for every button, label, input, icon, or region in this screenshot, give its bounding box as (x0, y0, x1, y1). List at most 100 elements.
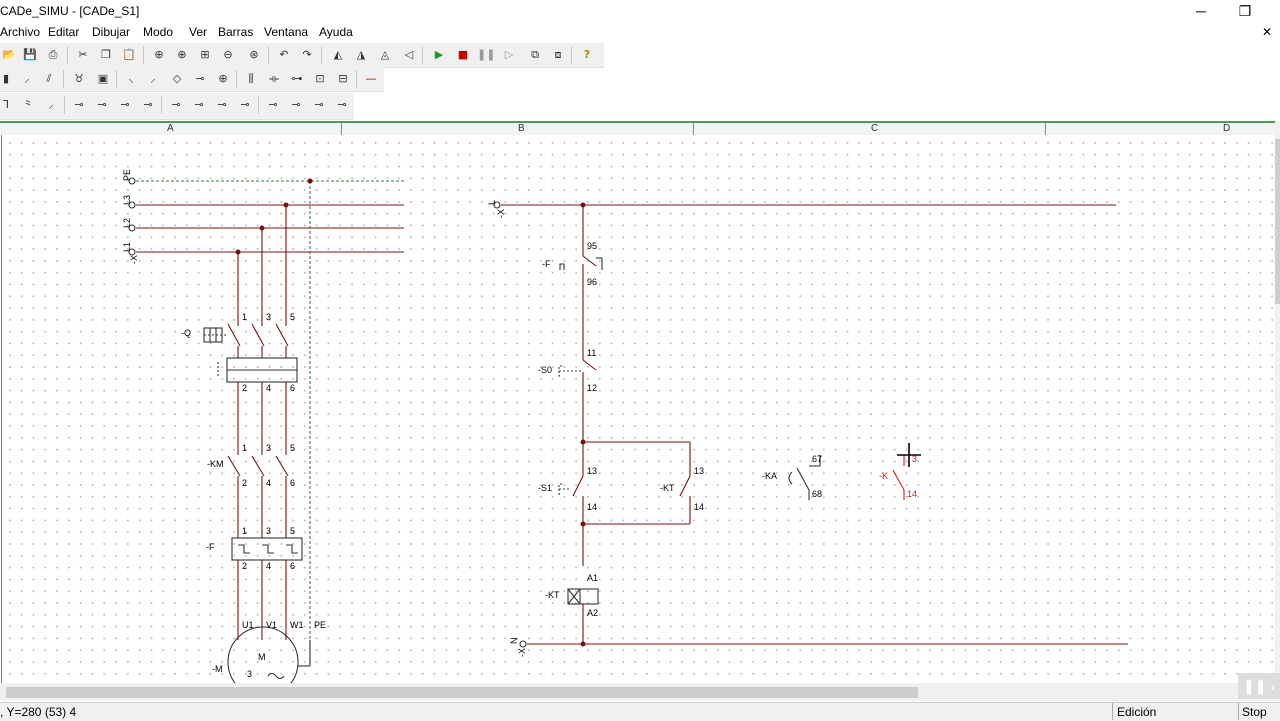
q-term-2: 2 (242, 383, 247, 393)
menu-editar[interactable]: Editar (48, 25, 79, 39)
motor-term-w1: W1 (290, 620, 304, 630)
wire-line-icon[interactable]: — (362, 71, 380, 87)
breaker-icon[interactable]: ⸝ (144, 71, 162, 87)
pushbutton-nc-icon[interactable]: ⺀ (19, 97, 37, 113)
connector-icon[interactable]: ⊡ (311, 71, 329, 87)
timer-on-icon[interactable]: ⊸ (116, 97, 134, 113)
zoom-fit-icon[interactable]: ⊕ (150, 47, 168, 63)
motor-phases: 3 (247, 669, 252, 679)
switch-icon[interactable]: ⸜ (122, 71, 140, 87)
disconnector-icon[interactable]: ⫽ (40, 71, 58, 87)
toolbar-main: 📂 💾 ⎙ ✂ ❐ 📋 ⊕ ⊕ ⊞ ⊖ ⊛ ↶ ↷ ◭ ◮ ◬ ◁ ▶ ■ ❚❚… (0, 43, 604, 68)
column-label-b: B (518, 123, 525, 134)
paste-icon[interactable]: 📋 (120, 47, 138, 63)
motor-icon[interactable]: ♉ (70, 71, 88, 87)
help-icon[interactable]: ? (578, 47, 596, 63)
contactor-icon[interactable]: ⊸ (191, 71, 209, 87)
toolbar-components: ▮ ⸝ ⫽ ♉ ▣ ⸜ ⸝ ◇ ⊸ ⊕ ⫼ ⟛ ⊶ ⊡ ⊟ — (0, 67, 384, 92)
km-term-2: 2 (242, 478, 247, 488)
pressure-nc-icon[interactable]: ⊸ (287, 97, 305, 113)
f-term-2: 2 (242, 561, 247, 571)
open-icon[interactable]: 📂 (0, 47, 18, 63)
pushbutton-no-icon[interactable]: Ꞁ (0, 97, 15, 113)
km-term-6: 6 (290, 478, 295, 488)
relay-icon[interactable]: ⊕ (214, 71, 232, 87)
vertical-scroll-thumb[interactable] (1275, 139, 1280, 304)
options-icon[interactable]: ⧈ (549, 47, 567, 63)
s1-term-13: 13 (587, 466, 597, 476)
menu-bar: Archivo Editar Dibujar Modo Ver Barras V… (0, 22, 1280, 42)
terminal-block-label: -X (129, 255, 139, 264)
cut-icon[interactable]: ✂ (74, 47, 92, 63)
window-title: CADe_SIMU - [CADe_S1] (0, 4, 140, 18)
lamp-icon[interactable]: ◇ (168, 71, 186, 87)
timer-off-icon[interactable]: ⊸ (139, 97, 157, 113)
contact-no-icon[interactable]: ⊸ (70, 97, 88, 113)
rotate-icon[interactable]: ◭ (329, 47, 347, 63)
mdi-close-icon[interactable]: ✕ (1262, 25, 1272, 39)
motor-term-u1: U1 (242, 620, 254, 630)
s0-term-12: 12 (587, 383, 597, 393)
kt-term-13: 13 (694, 466, 704, 476)
kt-term-14: 14 (694, 502, 704, 512)
scroll-right-icon[interactable]: ❚❚ › (1238, 673, 1280, 699)
kt-coil-a2: A2 (587, 608, 598, 618)
temp-nc-icon[interactable]: ⊸ (333, 97, 351, 113)
contact-nc-icon[interactable]: ⊸ (93, 97, 111, 113)
minimize-button[interactable]: ─ (1186, 2, 1216, 20)
terminal-icon[interactable]: ⊶ (288, 71, 306, 87)
title-bar: CADe_SIMU - [CADe_S1] ─ ❐ (0, 0, 1280, 22)
view-icon[interactable]: ⧉ (526, 47, 544, 63)
copy-icon[interactable]: ❐ (97, 47, 115, 63)
stop-icon[interactable]: ■ (454, 47, 472, 63)
level-nc-icon[interactable]: ⊸ (236, 97, 254, 113)
q-label: -Q (181, 328, 191, 338)
control-x-bottom-label: -X (517, 648, 527, 657)
power-source-icon[interactable]: ▮ (0, 71, 15, 87)
horizontal-scroll-thumb[interactable] (6, 687, 918, 698)
mode-indicator: Edición (1112, 703, 1241, 720)
mirror-icon[interactable]: ◬ (376, 47, 394, 63)
step-icon[interactable]: ▷ (500, 47, 518, 63)
fuse-icon[interactable]: ⸝ (18, 71, 36, 87)
mirror-v-icon[interactable]: ◁ (400, 47, 418, 63)
pressure-icon[interactable]: ⊸ (264, 97, 282, 113)
zoom-window-icon[interactable]: ⊞ (196, 47, 214, 63)
wire-icon[interactable]: ⊟ (334, 71, 352, 87)
motor-text: M (258, 652, 266, 662)
restore-button[interactable]: ❐ (1230, 2, 1260, 20)
menu-ventana[interactable]: Ventana (264, 25, 308, 39)
drawing-canvas[interactable]: PE L3 L2 L1 -X -Q 1 3 5 2 4 6 -KM 1 3 5 … (0, 135, 1276, 683)
menu-ayuda[interactable]: Ayuda (319, 25, 353, 39)
f-power-label: -F (206, 542, 215, 552)
rotate-back-icon[interactable]: ◮ (352, 47, 370, 63)
zoom-in-icon[interactable]: ⊕ (173, 47, 191, 63)
schematic-svg: PE L3 L2 L1 -X -Q 1 3 5 2 4 6 -KM 1 3 5 … (122, 169, 1128, 683)
level-icon[interactable]: ⊸ (213, 97, 231, 113)
motor-term-v1: V1 (266, 620, 277, 630)
menu-ver[interactable]: Ver (189, 25, 207, 39)
print-icon[interactable]: ⎙ (44, 47, 62, 63)
menu-dibujar[interactable]: Dibujar (92, 25, 130, 39)
undo-icon[interactable]: ↶ (275, 47, 293, 63)
play-icon[interactable]: ▶ (430, 47, 448, 63)
battery-icon[interactable]: ▣ (94, 71, 112, 87)
menu-archivo[interactable]: Archivo (0, 25, 40, 39)
sensor-icon[interactable]: ⊸ (167, 97, 185, 113)
redo-icon[interactable]: ↷ (298, 47, 316, 63)
temp-icon[interactable]: ⊸ (310, 97, 328, 113)
sensor-nc-icon[interactable]: ⊸ (190, 97, 208, 113)
save-icon[interactable]: 💾 (21, 47, 39, 63)
zoom-pan-icon[interactable]: ⊛ (245, 47, 263, 63)
menu-modo[interactable]: Modo (143, 25, 173, 39)
line-label-l3: L3 (122, 195, 132, 205)
limit-switch-icon[interactable]: ⸝ (42, 97, 60, 113)
toolbar-contacts: Ꞁ ⺀ ⸝ ⊸ ⊸ ⊸ ⊸ ⊸ ⊸ ⊸ ⊸ ⊸ ⊸ ⊸ ⊸ (0, 93, 354, 120)
pause-icon[interactable]: ❚❚ (477, 47, 495, 63)
f-term-5: 5 (290, 526, 295, 536)
control-f-label: -F (542, 259, 551, 269)
meter-icon[interactable]: ⫼ (242, 71, 260, 87)
transformer-icon[interactable]: ⟛ (265, 71, 283, 87)
zoom-out-icon[interactable]: ⊖ (219, 47, 237, 63)
menu-barras[interactable]: Barras (218, 25, 253, 39)
